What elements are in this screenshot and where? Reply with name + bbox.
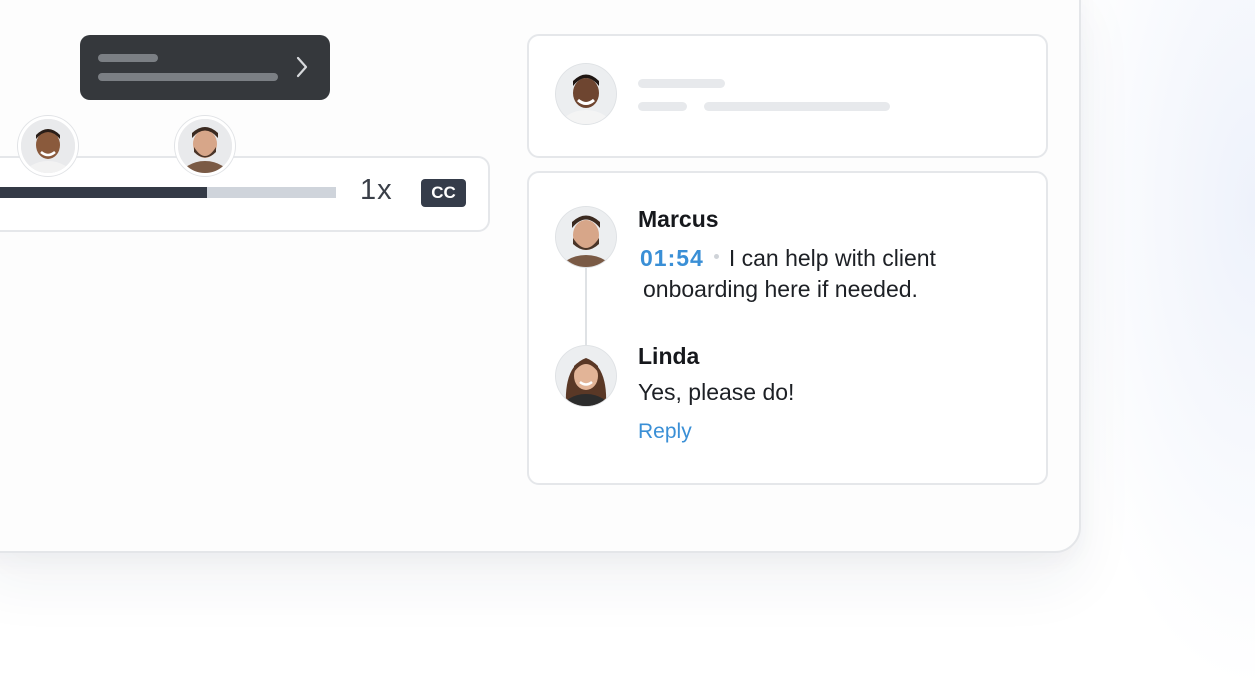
comment-text-line: I can help with client	[728, 245, 936, 271]
skeleton-line	[704, 102, 890, 111]
person-avatar-icon	[556, 346, 616, 406]
comment-author: Linda	[638, 343, 700, 369]
tooltip-placeholder-line	[98, 54, 158, 62]
timeline-tooltip[interactable]	[80, 35, 330, 100]
background-glow	[1055, 0, 1255, 692]
timeline-comment-avatar[interactable]	[175, 116, 235, 176]
comment-body: 01:54 I can help with client	[640, 243, 936, 274]
comment-text-line: Yes, please do!	[638, 379, 795, 405]
avatar-linda	[556, 346, 616, 406]
skeleton-line	[638, 79, 725, 88]
avatar-marcus	[556, 207, 616, 267]
reply-link[interactable]: Reply	[638, 420, 692, 444]
timeline-comment-avatar[interactable]	[18, 116, 78, 176]
person-avatar-icon	[556, 64, 616, 124]
tooltip-placeholder-line	[98, 73, 278, 81]
playback-speed-button[interactable]: 1x	[360, 174, 393, 207]
comment-timestamp-link[interactable]: 01:54	[640, 245, 704, 271]
skeleton-line	[638, 102, 687, 111]
progress-fill	[0, 187, 207, 198]
comment-author: Marcus	[638, 206, 719, 232]
chevron-right-icon[interactable]	[288, 53, 316, 81]
separator-dot	[713, 254, 719, 260]
person-avatar-icon	[21, 119, 75, 173]
person-avatar-icon	[556, 207, 616, 267]
thread-connector-line	[585, 266, 587, 348]
comment-text-line: onboarding here if needed.	[643, 276, 918, 302]
person-avatar-icon	[178, 119, 232, 173]
avatar	[556, 64, 616, 124]
closed-captions-button[interactable]: CC	[421, 179, 466, 207]
